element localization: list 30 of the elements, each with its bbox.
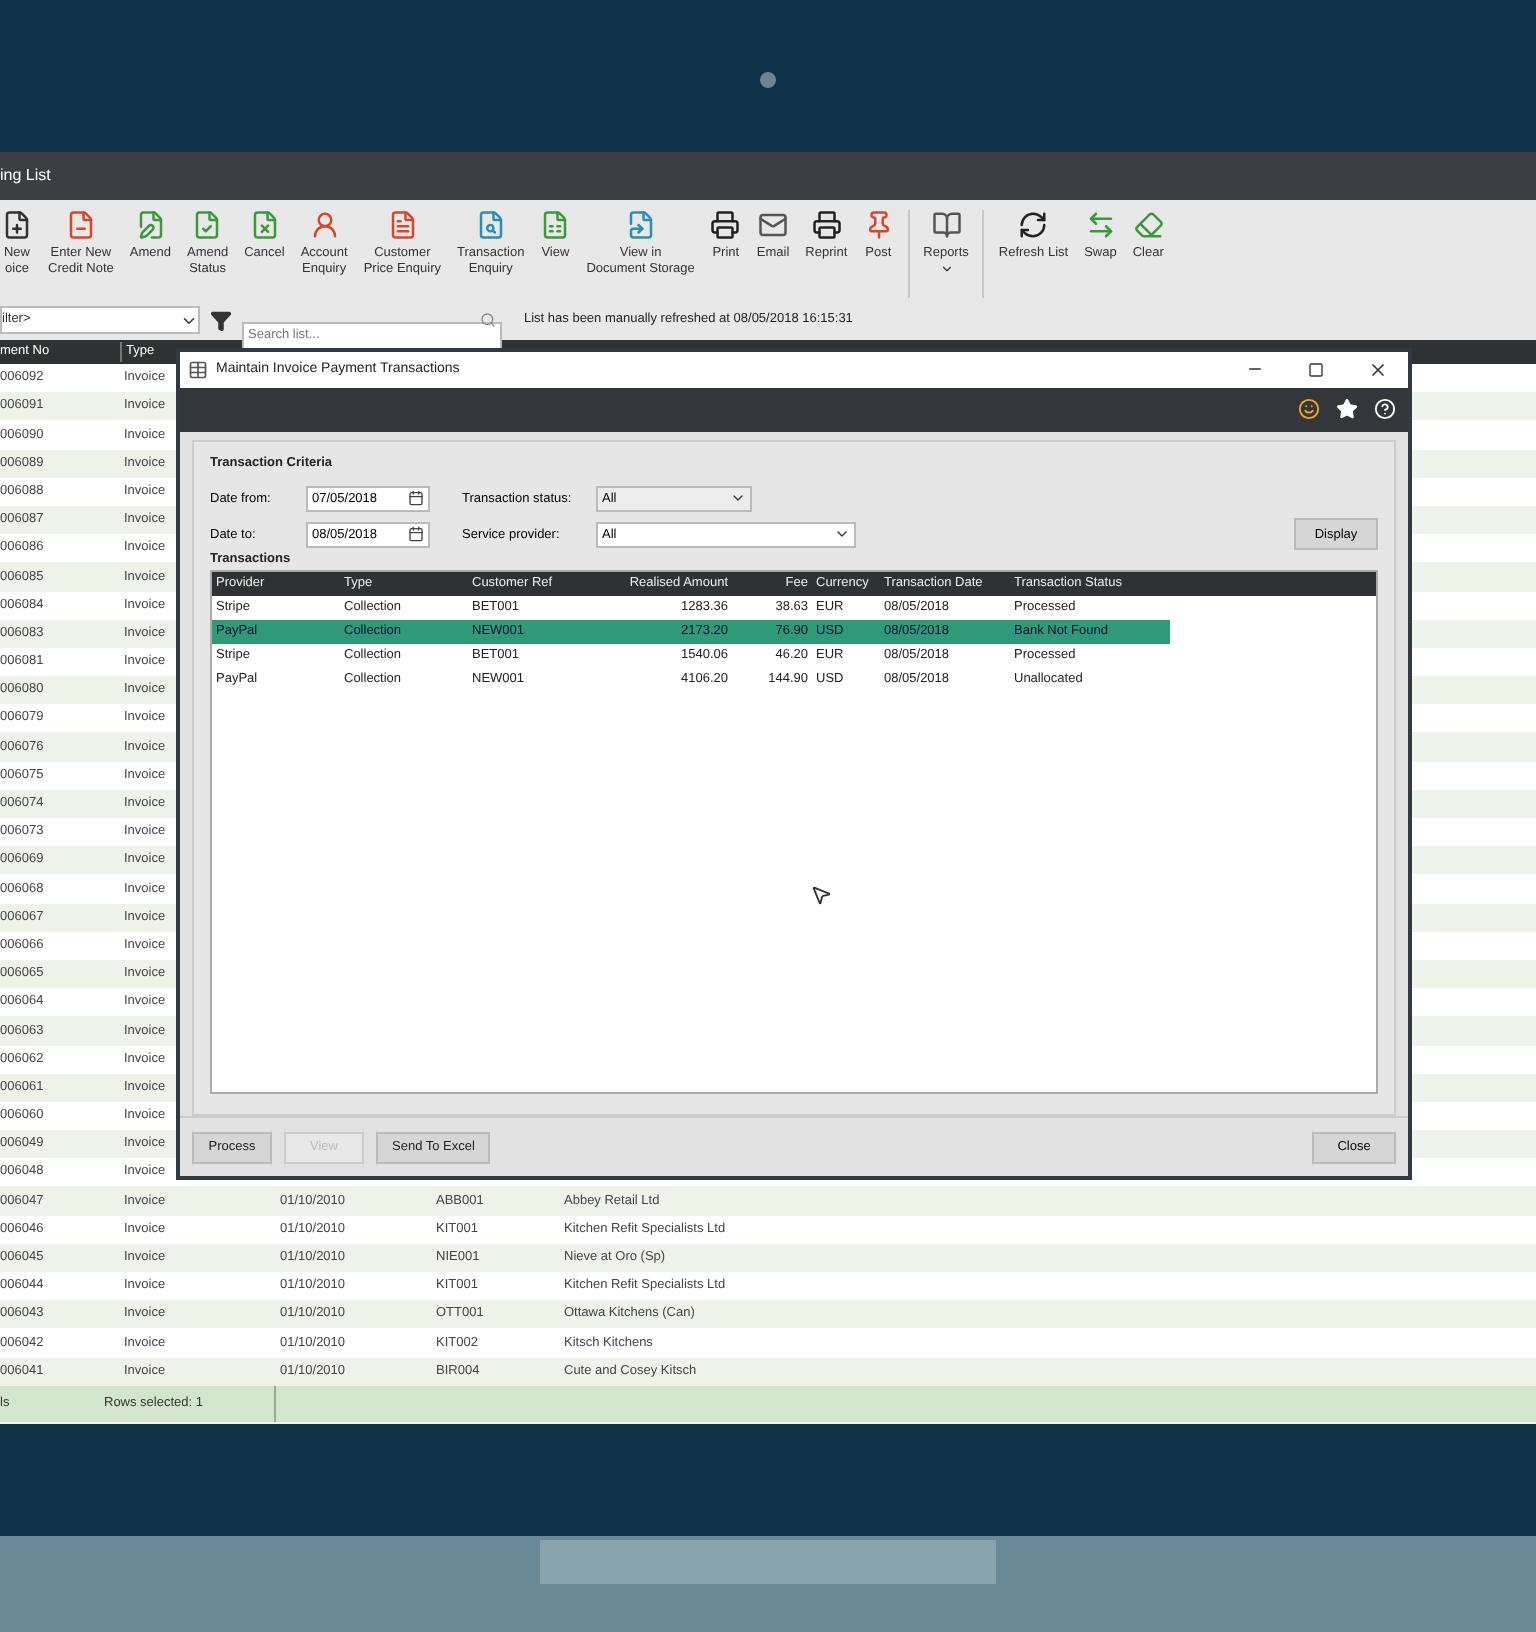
calendar-icon (408, 526, 424, 543)
file-plus-icon (2, 210, 32, 240)
file-search-icon (475, 210, 506, 240)
swap-icon (1085, 210, 1116, 240)
search-icon (480, 312, 496, 328)
user-icon (309, 210, 340, 240)
file-x-icon (249, 210, 280, 240)
filter-icon[interactable] (210, 309, 232, 331)
printer-icon (710, 210, 741, 240)
maximize-icon[interactable] (1308, 361, 1324, 378)
refresh-icon (1018, 210, 1049, 240)
document-link-icon (625, 210, 656, 240)
window-icon (188, 359, 208, 380)
close-icon[interactable] (1368, 359, 1388, 380)
help-icon[interactable] (1374, 398, 1396, 421)
eraser-icon (1133, 210, 1164, 240)
star-icon[interactable] (1336, 398, 1358, 421)
window-title: ing List (0, 164, 51, 188)
book-icon (931, 210, 962, 240)
spreadsheet-icon (540, 210, 571, 240)
file-minus-icon (65, 210, 96, 240)
calendar-icon (408, 490, 424, 507)
mouse-pointer-icon (810, 884, 832, 906)
smiley-icon[interactable] (1298, 398, 1320, 421)
printer-icon (811, 210, 842, 240)
file-pen-icon (135, 210, 166, 240)
document-icon (387, 210, 418, 240)
mail-icon (758, 210, 789, 240)
pin-icon (863, 210, 894, 240)
file-check-icon (192, 210, 223, 240)
